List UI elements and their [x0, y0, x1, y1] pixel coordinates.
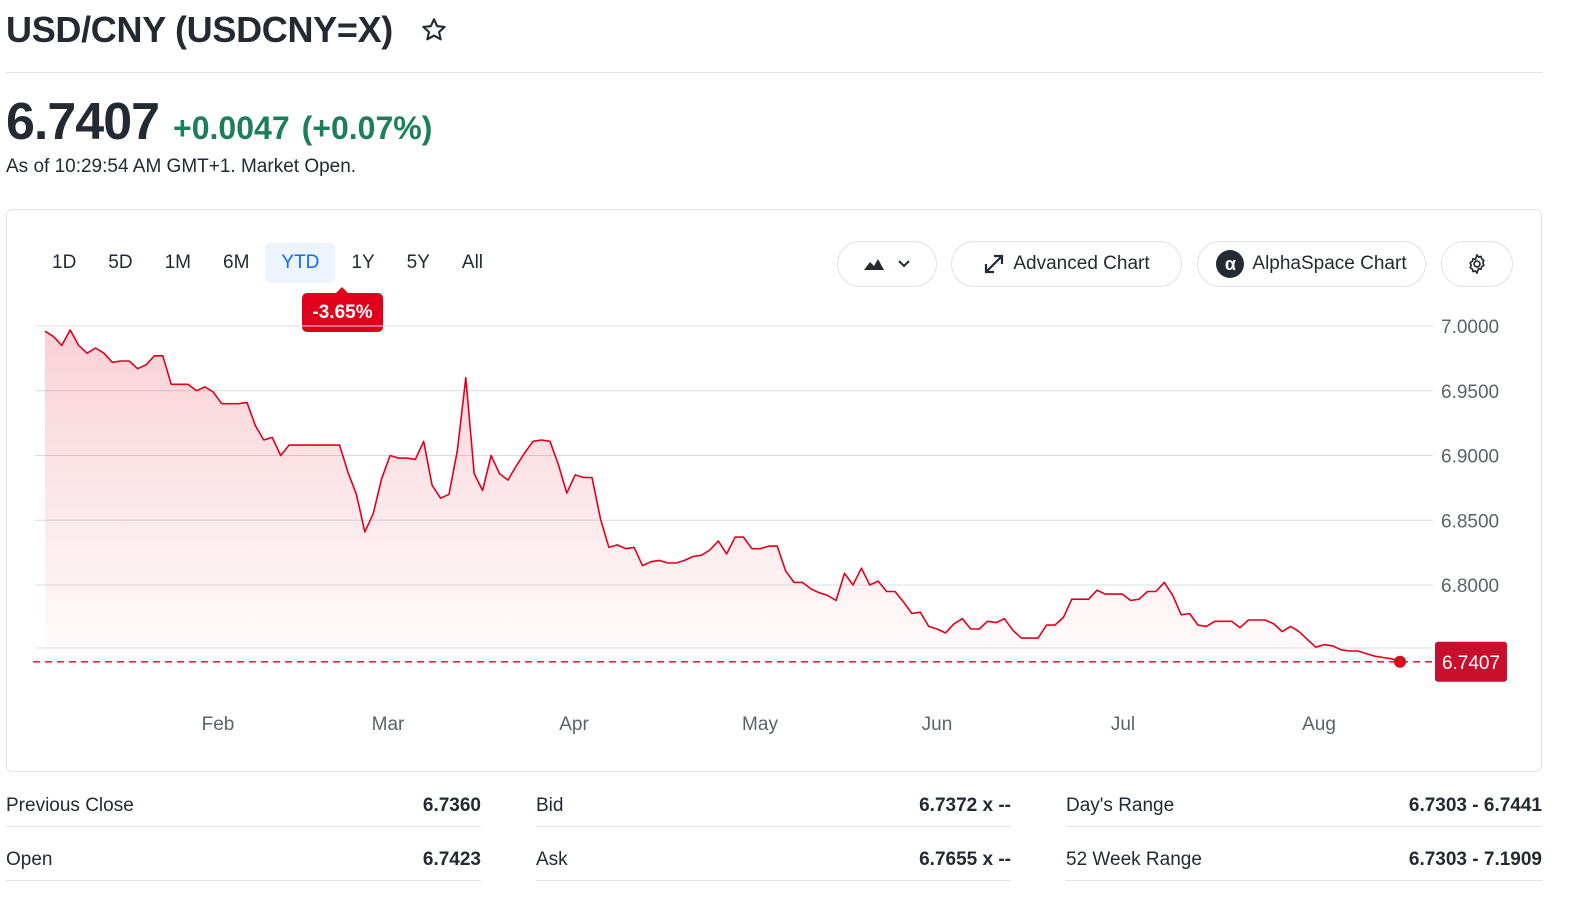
last-price-dot — [1394, 655, 1406, 668]
stat-previous-close: Previous Close 6.7360 — [6, 786, 481, 827]
last-price-tag-label: 6.7407 — [1442, 653, 1500, 674]
stat-days-range: Day's Range 6.7303 - 6.7441 — [1066, 786, 1542, 827]
stat-value: 6.7655 x -- — [919, 849, 1011, 870]
stat-label: Open — [6, 849, 53, 870]
x-tick-label: Jul — [1111, 714, 1135, 735]
price-chart[interactable]: 7.0000 6.9500 6.9000 6.8500 6.8000 Feb Mar Apr… — [0, 0, 1587, 903]
stat-bid: Bid 6.7372 x -- — [536, 786, 1011, 827]
stat-label: Previous Close — [6, 795, 134, 816]
stat-label: Day's Range — [1066, 795, 1175, 816]
x-tick-label: Feb — [202, 714, 235, 735]
stat-ask: Ask 6.7655 x -- — [536, 840, 1011, 881]
stat-label: 52 Week Range — [1066, 849, 1202, 870]
stat-value: 6.7360 — [422, 795, 481, 816]
x-tick-label: Aug — [1302, 714, 1336, 735]
x-tick-label: Mar — [372, 714, 405, 735]
stat-52-week-range: 52 Week Range 6.7303 - 7.1909 — [1066, 840, 1542, 881]
y-tick-label: 6.9000 — [1441, 447, 1499, 468]
x-tick-label: Apr — [559, 714, 589, 735]
y-tick-label: 6.9500 — [1441, 382, 1499, 403]
stat-open: Open 6.7423 — [6, 840, 481, 881]
y-tick-label: 6.8500 — [1441, 511, 1499, 532]
price-area — [45, 329, 1400, 662]
stat-value: 6.7372 x -- — [919, 795, 1011, 816]
y-tick-label: 7.0000 — [1441, 317, 1499, 338]
x-tick-label: May — [742, 714, 778, 735]
stat-label: Bid — [536, 795, 564, 816]
stat-value: 6.7423 — [422, 849, 481, 870]
x-tick-label: Jun — [922, 714, 953, 735]
stat-label: Ask — [536, 849, 568, 870]
y-tick-label: 6.8000 — [1441, 576, 1499, 597]
stat-value: 6.7303 - 6.7441 — [1408, 795, 1542, 816]
stat-value: 6.7303 - 7.1909 — [1408, 849, 1542, 870]
